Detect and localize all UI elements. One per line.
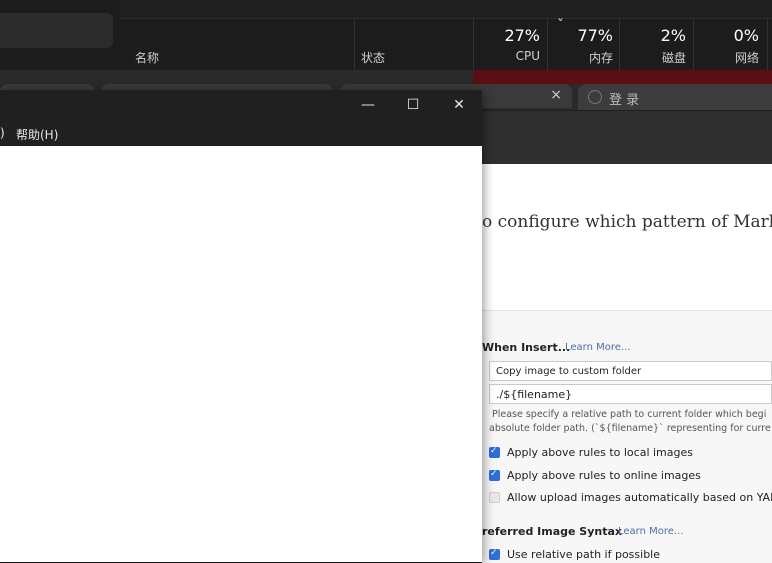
when-insert-heading: When Insert... [482,341,571,354]
column-cpu[interactable]: 27% CPU [473,18,547,70]
article-text: o configure which pattern of Markdo [482,212,772,232]
disk-percent: 2% [660,26,686,45]
column-status[interactable]: 状态 [361,49,385,66]
maximize-button[interactable]: ☐ [390,90,436,120]
login-tab-label: 登 录 [609,93,640,108]
column-divider [767,18,768,70]
auto-upload-label: Allow upload images automatically based … [507,491,772,504]
path-hint: Please specify a relative path to curren… [492,409,767,420]
column-divider [354,18,355,70]
task-manager-toolbar [120,0,772,19]
cpu-label: CPU [515,49,540,63]
loading-icon [588,90,602,104]
cpu-percent: 27% [504,26,540,45]
close-button[interactable]: ✕ [436,90,482,120]
auto-upload-checkbox[interactable] [489,492,500,503]
network-label: 网络 [734,51,759,65]
folder-path-input[interactable]: ./${filename} [489,384,772,404]
sort-chevron-icon: ˇ [557,18,564,34]
minimize-button[interactable]: — [345,90,391,120]
browser-toolbar [482,111,772,164]
editor-window[interactable] [0,90,482,562]
image-syntax-heading: referred Image Syntax [482,525,622,538]
column-network[interactable]: 0% 网络 [693,18,767,70]
relative-path-label: Use relative path if possible [507,548,661,561]
relative-path-checkbox[interactable] [489,548,500,560]
online-images-label: Apply above rules to online images [507,469,701,482]
column-disk[interactable]: 2% 磁盘 [619,18,693,70]
local-images-checkbox[interactable] [489,446,500,458]
menu-item-help[interactable]: 帮助(H) [16,126,58,143]
memory-percent: 77% [577,26,613,45]
column-memory[interactable]: ˇ 77% 内存 [547,18,619,70]
path-hint-2: absolute folder path. (`${filename}` rep… [489,423,771,434]
learn-more-link[interactable]: Learn More... [565,342,630,353]
column-name[interactable]: 名称 [135,49,159,66]
login-tab[interactable] [578,84,772,110]
disk-label: 磁盘 [661,51,686,65]
network-percent: 0% [733,26,759,45]
search-box[interactable] [0,13,113,48]
insert-action-select[interactable]: Copy image to custom folder [489,361,772,381]
menu-bar [0,120,482,146]
local-images-label: Apply above rules to local images [507,446,693,459]
task-manager-heat-row [473,70,772,84]
memory-label: 内存 [588,51,613,65]
menu-item-partial[interactable]: ) [0,126,5,140]
online-images-checkbox[interactable] [489,469,500,481]
learn-more-link[interactable]: Learn More... [618,526,683,537]
tab-close-icon[interactable]: × [550,87,562,103]
